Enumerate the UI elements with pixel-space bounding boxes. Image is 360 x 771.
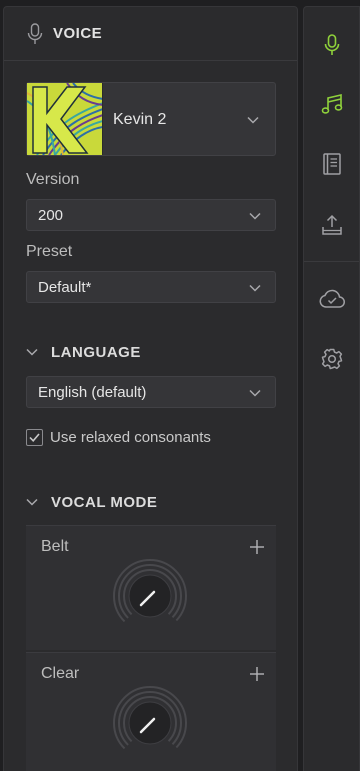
clear-knob[interactable]	[112, 685, 188, 761]
gear-icon	[321, 348, 343, 370]
version-value: 200	[38, 207, 64, 224]
sidebar-item-export[interactable]	[318, 211, 346, 239]
chevron-down-icon	[247, 116, 259, 124]
add-icon[interactable]	[250, 540, 264, 554]
voice-panel: VOICE Kevin 2 Version 200 Preset Default…	[3, 6, 298, 771]
music-notes-icon	[321, 93, 343, 114]
version-label: Version	[26, 171, 80, 188]
chevron-down-icon	[26, 498, 38, 506]
preset-label: Preset	[26, 243, 73, 260]
sidebar-item-notes[interactable]	[318, 91, 346, 119]
belt-knob[interactable]	[112, 558, 188, 634]
mode-name: Clear	[41, 665, 80, 682]
language-title: LANGUAGE	[51, 343, 141, 361]
language-section-header[interactable]: LANGUAGE	[26, 342, 141, 362]
sidebar-item-library[interactable]	[318, 150, 346, 178]
microphone-icon	[324, 34, 340, 55]
sidebar-item-cloud[interactable]	[318, 285, 346, 313]
vocal-mode-belt: Belt	[26, 525, 276, 650]
relaxed-consonants-label: Use relaxed consonants	[50, 429, 211, 446]
sidebar	[303, 6, 360, 771]
chevron-down-icon	[249, 212, 261, 220]
voice-avatar	[27, 83, 103, 155]
chevron-down-icon	[26, 348, 38, 356]
vocal-mode-clear: Clear	[26, 652, 276, 771]
relaxed-consonants-checkbox[interactable]	[26, 429, 43, 446]
checkmark-icon	[29, 433, 40, 442]
vocal-mode-title: VOCAL MODE	[51, 493, 158, 511]
preset-value: Default*	[38, 279, 92, 296]
export-icon	[322, 214, 342, 235]
sidebar-divider	[304, 261, 359, 262]
sidebar-item-settings[interactable]	[318, 345, 346, 373]
chevron-down-icon	[249, 284, 261, 292]
language-value: English (default)	[38, 384, 147, 401]
cloud-check-icon	[319, 289, 345, 308]
add-icon[interactable]	[250, 667, 264, 681]
book-icon	[323, 153, 341, 175]
microphone-icon	[27, 23, 43, 44]
sidebar-item-voice[interactable]	[318, 31, 346, 59]
relaxed-consonants-row: Use relaxed consonants	[26, 429, 211, 446]
panel-header: VOICE	[4, 7, 297, 61]
language-select[interactable]: English (default)	[26, 376, 276, 408]
vocal-mode-section-header[interactable]: VOCAL MODE	[26, 492, 157, 512]
preset-select[interactable]: Default*	[26, 271, 276, 303]
chevron-down-icon	[249, 389, 261, 397]
panel-title: VOICE	[53, 25, 103, 42]
voice-selector[interactable]: Kevin 2	[26, 82, 276, 156]
voice-name: Kevin 2	[113, 111, 167, 128]
version-select[interactable]: 200	[26, 199, 276, 231]
mode-name: Belt	[41, 538, 69, 555]
